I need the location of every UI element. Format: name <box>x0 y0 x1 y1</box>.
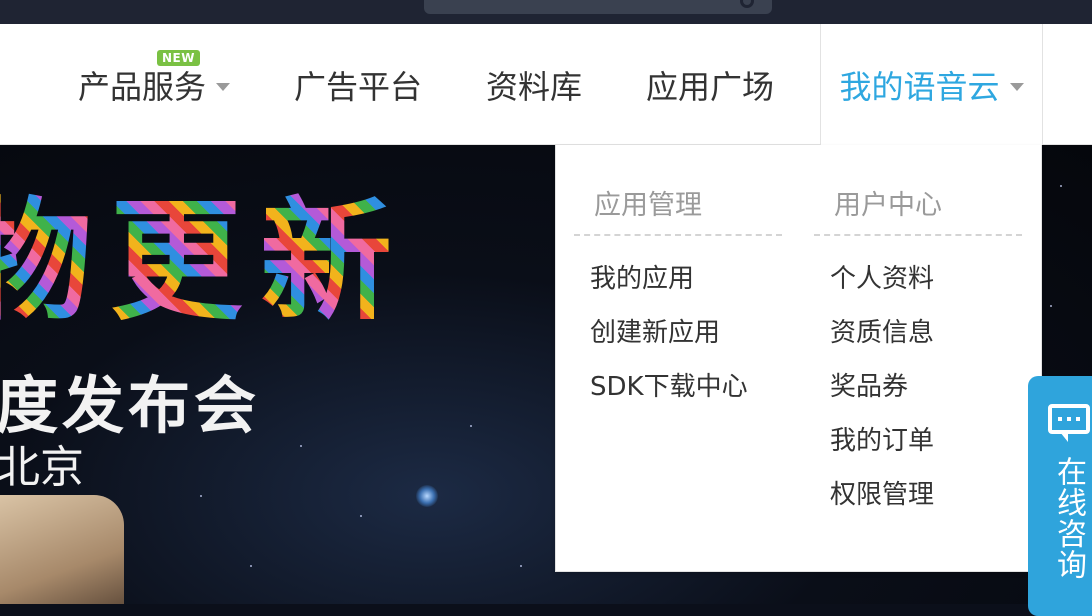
light-glow <box>416 485 438 507</box>
menu-item-permissions[interactable]: 权限管理 <box>830 473 934 527</box>
online-consult-button[interactable]: 在线咨询 <box>1028 376 1092 616</box>
caret-down-icon <box>216 82 231 91</box>
nav-item-library[interactable]: 资料库 <box>486 24 582 145</box>
nav-item-label: 资料库 <box>486 67 583 106</box>
menu-item-my-apps[interactable]: 我的应用 <box>590 257 748 311</box>
voice-cloud-dropdown: 应用管理 我的应用 创建新应用 SDK下载中心 用户中心 个人资料 资质信息 奖… <box>555 145 1042 572</box>
nav-item-label: 我的语音云 <box>839 68 1000 106</box>
banner-figure-image <box>0 495 124 604</box>
app-management-list: 我的应用 创建新应用 SDK下载中心 <box>590 257 748 419</box>
menu-item-coupons[interactable]: 奖品券 <box>830 365 934 419</box>
search-box[interactable] <box>424 0 772 14</box>
app-management-title: 应用管理 <box>574 183 782 236</box>
banner-location: 北京 <box>0 442 84 493</box>
consult-label: 在线咨询 <box>1051 456 1086 580</box>
user-center-title: 用户中心 <box>814 183 1022 236</box>
nav-item-label: 产品服务 <box>78 67 207 106</box>
nav-item-my-voice-cloud[interactable]: 我的语音云 <box>820 24 1043 146</box>
menu-item-qualification[interactable]: 资质信息 <box>830 311 934 365</box>
nav-item-label: 广告平台 <box>294 67 423 106</box>
menu-item-sdk-download[interactable]: SDK下载中心 <box>590 365 748 419</box>
top-bar <box>0 0 1092 24</box>
main-nav: 产品服务 NEW 广告平台 资料库 应用广场 我的语音云 <box>0 24 1092 146</box>
banner-headline: 物更新 <box>0 155 410 346</box>
nav-item-app-plaza[interactable]: 应用广场 <box>646 24 774 145</box>
nav-item-products[interactable]: 产品服务 <box>78 24 231 145</box>
nav-item-ad-platform[interactable]: 广告平台 <box>294 24 422 145</box>
menu-item-my-orders[interactable]: 我的订单 <box>830 419 934 473</box>
nav-item-label: 应用广场 <box>646 67 775 106</box>
menu-item-profile[interactable]: 个人资料 <box>830 257 934 311</box>
search-icon[interactable] <box>740 0 754 8</box>
new-badge: NEW <box>157 50 200 66</box>
menu-item-create-app[interactable]: 创建新应用 <box>590 311 748 365</box>
chat-bubble-icon <box>1048 404 1090 442</box>
caret-down-icon <box>1009 83 1024 91</box>
user-center-list: 个人资料 资质信息 奖品券 我的订单 权限管理 <box>830 257 934 527</box>
